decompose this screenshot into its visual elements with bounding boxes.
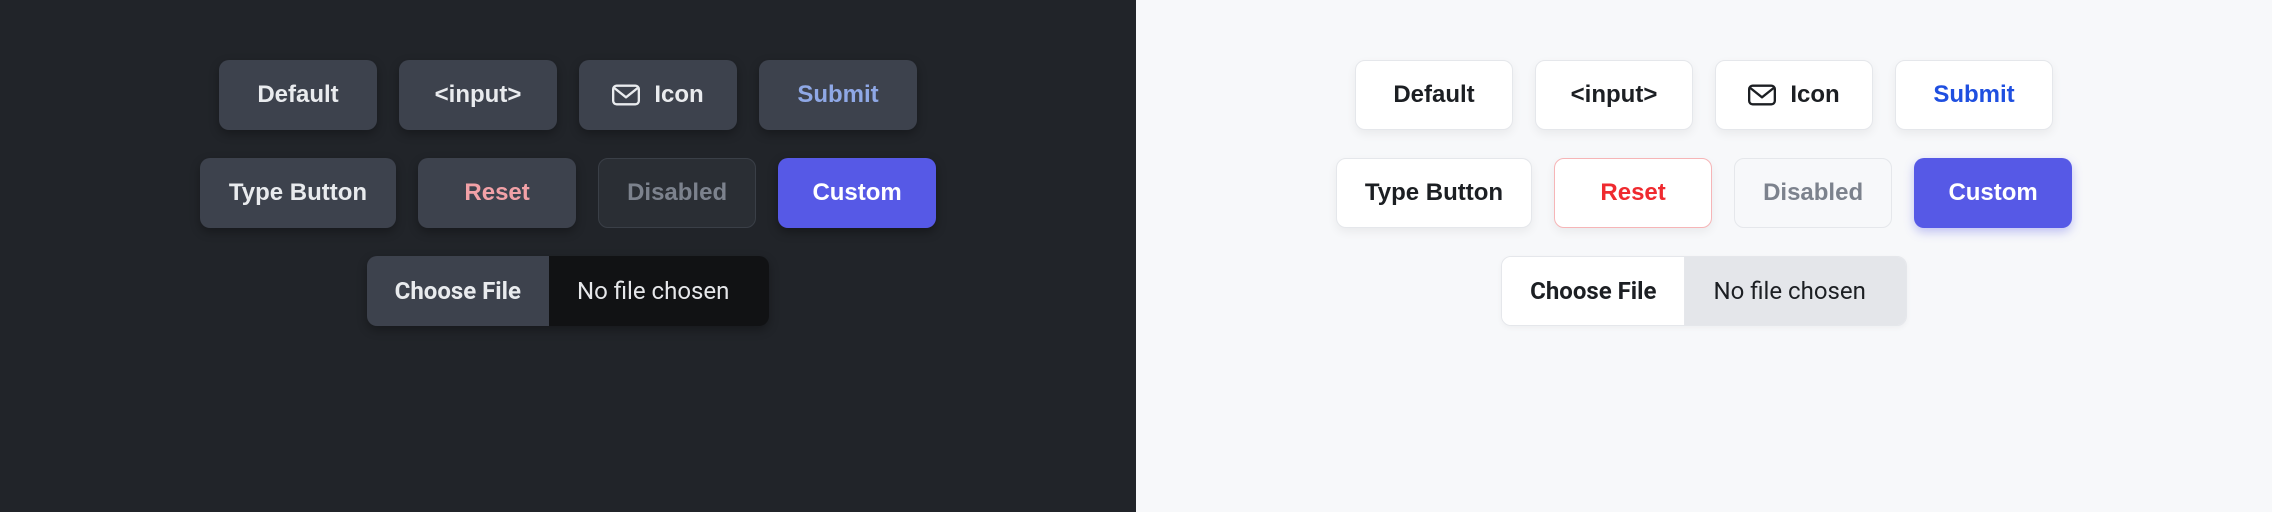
envelope-icon	[612, 84, 640, 106]
type-button[interactable]: Type Button	[200, 158, 396, 228]
button-row-1: Default <input> Icon Submit	[50, 60, 1086, 130]
submit-button[interactable]: Submit	[1895, 60, 2053, 130]
file-status-label: No file chosen	[549, 256, 769, 326]
icon-button-label: Icon	[654, 81, 703, 109]
type-button[interactable]: Type Button	[1336, 158, 1532, 228]
custom-button[interactable]: Custom	[778, 158, 936, 228]
file-row: Choose File No file chosen	[50, 256, 1086, 326]
light-theme-panel: Default <input> Icon Submit Type Button …	[1136, 0, 2272, 512]
input-button[interactable]: <input>	[1535, 60, 1693, 130]
icon-button[interactable]: Icon	[579, 60, 737, 130]
choose-file-button[interactable]: Choose File	[367, 256, 549, 326]
file-input[interactable]: Choose File No file chosen	[367, 256, 770, 326]
file-row: Choose File No file chosen	[1186, 256, 2222, 326]
file-status-label: No file chosen	[1685, 257, 1905, 325]
reset-button[interactable]: Reset	[418, 158, 576, 228]
reset-button[interactable]: Reset	[1554, 158, 1712, 228]
icon-button-label: Icon	[1790, 81, 1839, 109]
default-button[interactable]: Default	[1355, 60, 1513, 130]
icon-button[interactable]: Icon	[1715, 60, 1873, 130]
custom-button[interactable]: Custom	[1914, 158, 2072, 228]
disabled-button: Disabled	[598, 158, 756, 228]
button-row-2: Type Button Reset Disabled Custom	[50, 158, 1086, 228]
button-row-2: Type Button Reset Disabled Custom	[1186, 158, 2222, 228]
dark-theme-panel: Default <input> Icon Submit Type Button …	[0, 0, 1136, 512]
input-button[interactable]: <input>	[399, 60, 557, 130]
envelope-icon	[1748, 84, 1776, 106]
choose-file-button[interactable]: Choose File	[1502, 257, 1685, 325]
submit-button[interactable]: Submit	[759, 60, 917, 130]
file-input[interactable]: Choose File No file chosen	[1501, 256, 1907, 326]
disabled-button: Disabled	[1734, 158, 1892, 228]
button-row-1: Default <input> Icon Submit	[1186, 60, 2222, 130]
default-button[interactable]: Default	[219, 60, 377, 130]
